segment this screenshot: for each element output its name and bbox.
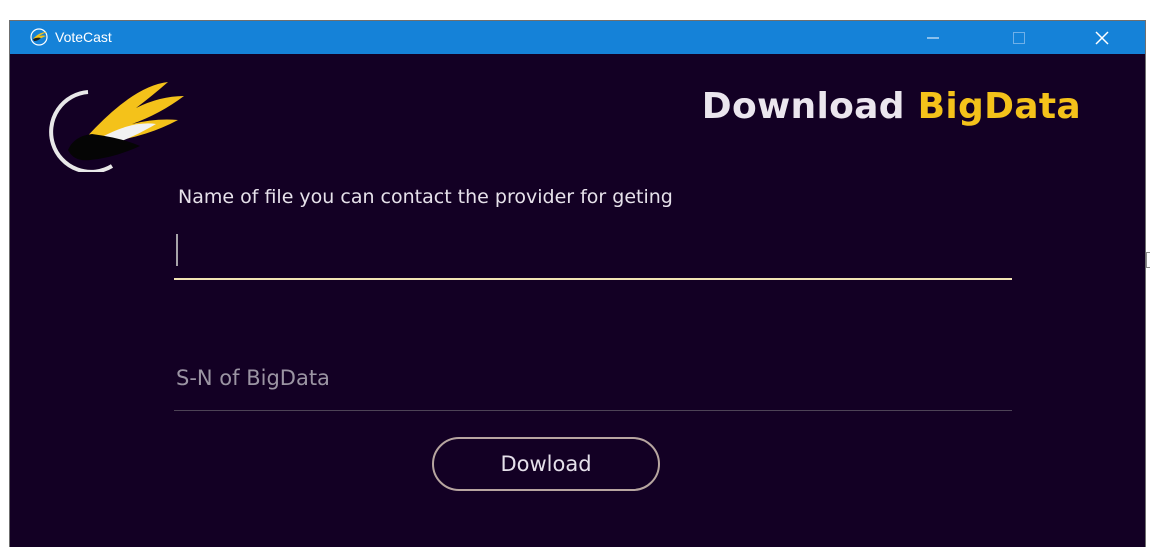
- page-title-bigdata: BigData: [917, 86, 1081, 127]
- resize-grip[interactable]: [1146, 252, 1150, 268]
- votecast-logo-icon: [30, 28, 48, 46]
- download-button[interactable]: Dowload: [432, 437, 660, 491]
- window-title: VoteCast: [55, 29, 112, 45]
- minimize-icon: [927, 37, 939, 38]
- maximize-icon: [1013, 31, 1025, 44]
- app-content: Download BigData Name of file you can co…: [10, 54, 1145, 547]
- page-title: Download BigData: [702, 86, 1081, 127]
- minimize-button[interactable]: [910, 21, 956, 54]
- close-button[interactable]: [1079, 21, 1125, 54]
- votecast-bird-logo-icon: [49, 82, 184, 172]
- serial-number-input[interactable]: S-N of BigData: [174, 354, 1012, 411]
- page-title-download: Download: [701, 86, 905, 127]
- close-icon: [1095, 30, 1109, 45]
- file-name-label: Name of file you can contact the provide…: [178, 186, 673, 208]
- maximize-button[interactable]: [996, 21, 1042, 54]
- text-caret: [176, 234, 178, 266]
- serial-number-placeholder: S-N of BigData: [176, 366, 330, 390]
- file-name-input[interactable]: [174, 222, 1012, 280]
- title-bar[interactable]: VoteCast: [10, 21, 1145, 54]
